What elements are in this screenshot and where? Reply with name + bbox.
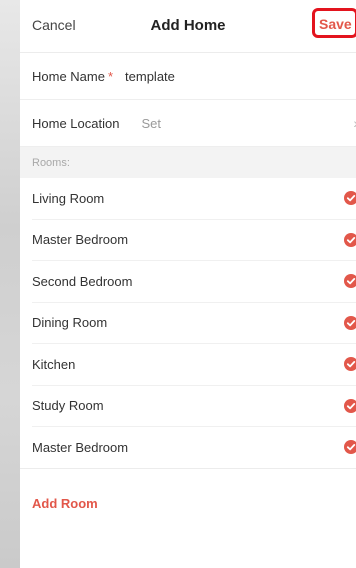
home-location-row[interactable]: Home Location Set › — [20, 100, 356, 147]
room-label: Study Room — [32, 398, 104, 414]
home-name-label: Home Name * — [32, 68, 114, 84]
room-label: Master Bedroom — [32, 439, 129, 455]
check-circle-icon[interactable] — [344, 440, 356, 454]
room-item[interactable]: Dining Room — [32, 303, 356, 344]
room-item[interactable]: Second Bedroom — [32, 261, 356, 303]
save-button[interactable]: Save — [312, 8, 356, 38]
home-name-input[interactable]: template — [125, 69, 175, 84]
check-circle-icon[interactable] — [344, 357, 356, 371]
home-location-label: Home Location — [32, 115, 120, 131]
header-bar: Cancel Add Home Save — [20, 0, 356, 53]
home-name-row[interactable]: Home Name * template — [20, 53, 356, 100]
check-circle-icon[interactable] — [344, 191, 356, 205]
room-item[interactable]: Master Bedroom — [32, 427, 356, 468]
add-room-label: Add Room — [32, 495, 98, 511]
room-item[interactable]: Kitchen — [32, 344, 356, 386]
rooms-section-header: Rooms: — [20, 147, 356, 178]
check-circle-icon[interactable] — [344, 232, 356, 247]
check-circle-icon[interactable] — [344, 315, 356, 330]
rooms-list: Living Room Master Bedroom Second Bedroo… — [20, 178, 356, 468]
room-item[interactable]: Living Room — [32, 178, 356, 220]
add-home-panel: Cancel Add Home Save Home Name * template… — [20, 0, 356, 568]
check-circle-icon[interactable] — [344, 398, 356, 413]
page-title: Add Home — [150, 17, 226, 34]
room-item[interactable]: Master Bedroom — [32, 220, 356, 261]
add-room-button[interactable]: Add Room — [20, 467, 356, 515]
check-circle-icon[interactable] — [344, 274, 356, 288]
room-item[interactable]: Study Room — [32, 386, 356, 427]
home-location-value[interactable]: Set — [141, 116, 161, 131]
room-label: Kitchen — [32, 356, 76, 372]
room-label: Dining Room — [32, 315, 108, 331]
background-blur — [0, 0, 20, 568]
room-label: Master Bedroom — [32, 232, 129, 248]
room-label: Living Room — [32, 190, 105, 206]
room-label: Second Bedroom — [32, 273, 133, 289]
required-marker: * — [107, 68, 114, 84]
